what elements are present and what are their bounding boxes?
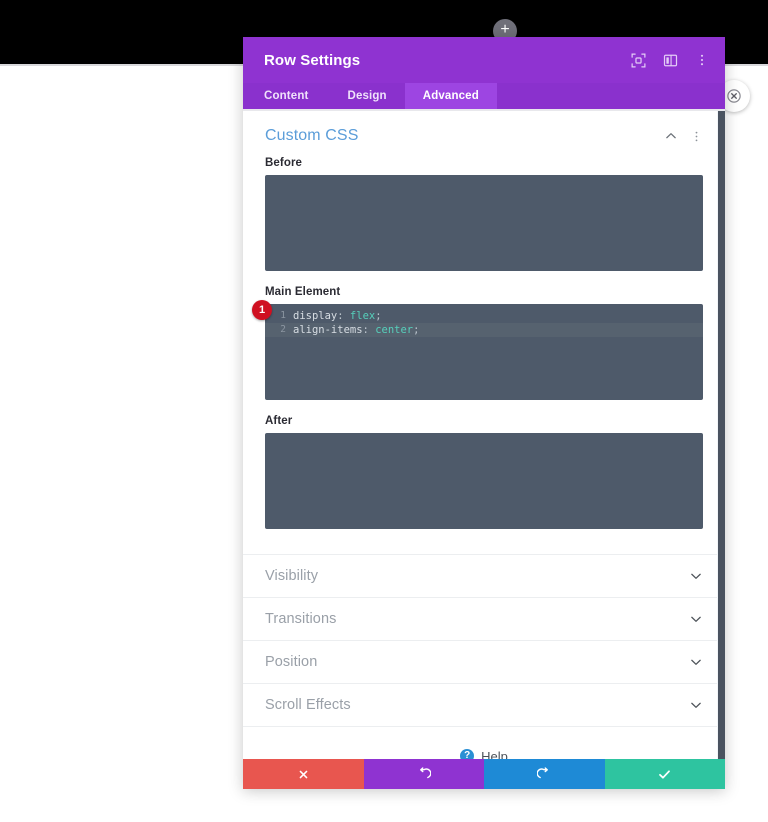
- modal-header-actions: [629, 51, 711, 69]
- code-colon: :: [337, 310, 350, 322]
- modal-footer: [243, 759, 725, 789]
- tabs-filler: [497, 83, 725, 109]
- code-semicolon: ;: [375, 310, 382, 322]
- section-row-label: Transitions: [265, 611, 337, 627]
- tab-content[interactable]: Content: [243, 83, 329, 109]
- section-tools: [664, 129, 703, 143]
- chevron-down-icon[interactable]: [689, 698, 703, 712]
- section-row-visibility[interactable]: Visibility: [243, 555, 725, 598]
- plus-icon: +: [500, 21, 510, 38]
- code-line: 2 align-items: center;: [265, 323, 703, 337]
- code-value: flex: [349, 310, 376, 322]
- field-after-label: After: [265, 415, 293, 427]
- section-row-scroll-effects[interactable]: Scroll Effects: [243, 684, 725, 727]
- section-more-vertical-icon[interactable]: [690, 130, 703, 143]
- x-icon: [297, 768, 310, 781]
- section-row-position[interactable]: Position: [243, 641, 725, 684]
- modal-body: Custom CSS Before Main Element 1 display…: [243, 111, 725, 759]
- section-row-label: Position: [265, 654, 318, 670]
- tab-advanced[interactable]: Advanced: [404, 83, 497, 109]
- field-main-element: Main Element 1 display: flex; 2 align-it…: [265, 286, 703, 400]
- undo-button[interactable]: [363, 759, 484, 789]
- code-property: align-items: [293, 324, 363, 336]
- annotation-marker-1: 1: [252, 300, 272, 320]
- section-row-transitions[interactable]: Transitions: [243, 598, 725, 641]
- save-button[interactable]: [604, 759, 725, 789]
- field-main-element-label: Main Element: [265, 286, 341, 298]
- modal-title: Row Settings: [264, 51, 361, 69]
- section-row-label: Visibility: [265, 568, 319, 584]
- layout-panel-icon[interactable]: [661, 51, 679, 69]
- modal-tabs: Content Design Advanced: [243, 83, 725, 109]
- chevron-down-icon[interactable]: [689, 612, 703, 626]
- code-property: display: [293, 310, 338, 322]
- modal-scroll-area: Custom CSS Before Main Element 1 display…: [243, 111, 725, 759]
- redo-icon: [537, 767, 551, 781]
- code-line: 1 display: flex;: [265, 309, 703, 323]
- code-editor-before[interactable]: [265, 175, 703, 271]
- help-link[interactable]: ? Help: [243, 727, 725, 759]
- tab-design[interactable]: Design: [329, 83, 404, 109]
- close-circle-icon: [727, 89, 741, 103]
- section-row-label: Scroll Effects: [265, 697, 351, 713]
- row-settings-modal: Row Settings Content Design Advanced Cus…: [243, 37, 725, 789]
- code-colon: :: [362, 324, 376, 336]
- section-custom-css-header[interactable]: Custom CSS: [265, 127, 703, 157]
- section-custom-css: Custom CSS Before Main Element 1 display…: [243, 111, 725, 554]
- cancel-button[interactable]: [243, 759, 364, 789]
- collapsed-sections: Visibility Transitions Position Scroll E…: [243, 554, 725, 727]
- undo-icon: [417, 767, 431, 781]
- chevron-up-icon[interactable]: [664, 129, 678, 143]
- fullscreen-icon[interactable]: [629, 51, 647, 69]
- code-line-text: align-items: center;: [293, 323, 419, 337]
- help-icon: ?: [460, 749, 475, 759]
- field-before-label: Before: [265, 157, 303, 169]
- code-editor-main-element[interactable]: 1 display: flex; 2 align-items: center;: [265, 304, 703, 400]
- code-editor-after[interactable]: [265, 433, 703, 529]
- code-line-text: display: flex;: [293, 309, 382, 323]
- modal-scrollbar[interactable]: [717, 111, 725, 759]
- code-line-number: 2: [280, 324, 286, 335]
- modal-scrollbar-thumb[interactable]: [718, 111, 725, 759]
- code-semicolon: ;: [413, 324, 420, 336]
- code-value: center: [375, 324, 414, 336]
- screen: + Row Settings Content Design Advanced C…: [0, 0, 768, 822]
- redo-button[interactable]: [484, 759, 605, 789]
- section-title: Custom CSS: [265, 127, 359, 144]
- field-before: Before: [265, 157, 703, 271]
- chevron-down-icon[interactable]: [689, 655, 703, 669]
- chevron-down-icon[interactable]: [689, 569, 703, 583]
- more-vertical-icon[interactable]: [693, 51, 711, 69]
- help-label: Help: [481, 748, 508, 760]
- modal-header: Row Settings: [243, 37, 725, 83]
- check-icon: [657, 767, 672, 782]
- field-after: After: [265, 415, 703, 529]
